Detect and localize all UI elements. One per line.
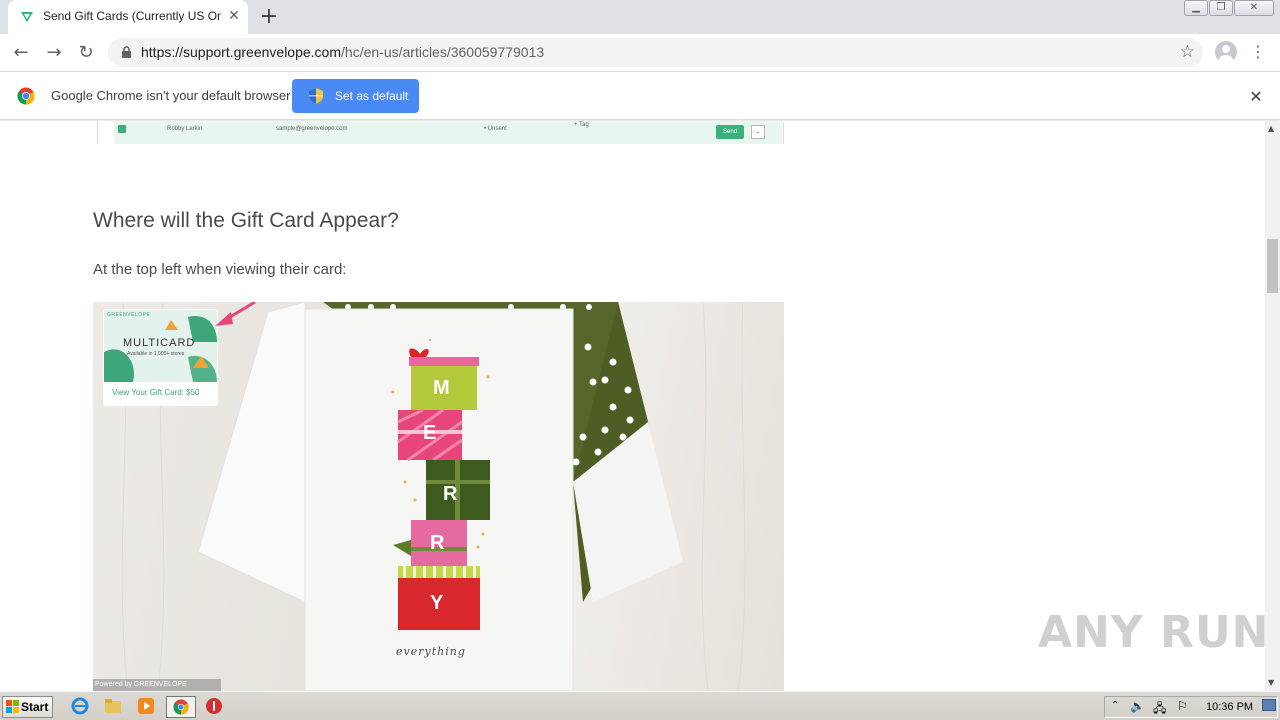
media-player-icon[interactable] [137,697,155,715]
section-heading: Where will the Gift Card Appear? [93,209,399,232]
anyrun-watermark: ANY RUN [1038,607,1270,658]
gift-card-example-image: GREENVELOPE MULTICARD Available in 1,000… [93,302,784,691]
action-center-flag-icon[interactable]: ⚐ [1177,699,1188,713]
url-path: /hc/en-us/articles/360059779013 [341,44,545,60]
stack-letter-r1: R [443,483,458,505]
greenvelope-favicon-icon [21,12,33,22]
bookmark-star-icon[interactable]: ☆ [1180,42,1195,62]
browser-toolbar: ← → ↻ https://support.greenvelope.com/hc… [0,34,1280,71]
forward-button[interactable]: → [43,42,65,64]
article-page: Robby Larkin sample@greenvelope.com • Un… [0,121,1265,691]
chrome-taskbar-icon [173,699,189,715]
default-browser-infobar: Google Chrome isn't your default browser… [0,71,1280,120]
volume-icon[interactable]: 🔈 [1130,699,1145,713]
infobar-close-icon[interactable]: ✕ [1247,87,1265,106]
checkbox-icon [118,125,126,133]
internet-explorer-icon[interactable] [71,697,89,715]
taskbar-chrome-button[interactable] [166,696,196,718]
file-explorer-icon[interactable] [104,697,122,715]
set-as-default-button[interactable]: Set as default [292,79,419,113]
previous-screenshot-image: Robby Larkin sample@greenvelope.com • Un… [97,121,784,144]
recipient-tag: + Tag [574,122,589,128]
antivirus-icon[interactable] [205,697,223,715]
section-paragraph: At the top left when viewing their card: [93,261,347,278]
uac-shield-icon [309,88,323,104]
minimize-button[interactable]: ▁ [1184,0,1208,16]
network-icon[interactable]: 🖧 [1153,699,1166,720]
chevron-down-icon: ⌄ [751,125,765,139]
stack-letter-m: M [433,377,450,399]
send-button-image: Send [716,125,744,139]
taskbar-clock[interactable]: 10:36 PM [1206,701,1253,713]
chrome-logo-icon [17,87,35,105]
scroll-down-icon[interactable]: ▼ [1268,678,1274,687]
set-as-default-label: Set as default [335,89,409,103]
stack-letter-y: Y [430,592,444,614]
tray-expand-icon[interactable]: ⌃ [1111,700,1119,711]
url-host: https://support.greenvelope.com [141,44,342,60]
gift-card-subtitle: Available in 1,000+ stores [127,351,185,357]
start-label: Start [21,700,49,714]
recipient-email: sample@greenvelope.com [276,126,348,132]
show-desktop-icon[interactable] [1262,699,1276,711]
url-text: https://support.greenvelope.com/hc/en-us… [141,44,544,60]
tab-close-icon[interactable]: ✕ [226,8,242,24]
chrome-menu-icon[interactable]: ⋮ [1250,42,1266,62]
windows-logo-icon [6,700,19,713]
recipient-name: Robby Larkin [167,126,203,132]
stack-letter-e: E [423,422,437,444]
infobar-message: Google Chrome isn't your default browser [51,88,291,103]
recipient-status: • Unsent [484,126,507,132]
tab-strip: Send Gift Cards (Currently US Only) ✕ + … [0,0,1280,34]
gift-card-link: View Your Gift Card: $50 [112,388,200,397]
browser-tab[interactable]: Send Gift Cards (Currently US Only) ✕ [8,0,248,34]
back-button[interactable]: ← [10,42,32,64]
lock-icon [122,46,131,58]
new-tab-button[interactable]: + [257,5,281,29]
stack-letter-r2: R [430,532,445,554]
windows-taskbar: Start ⌃ 🔈 🖧 ⚐ 10:36 PM [0,691,1280,720]
start-button[interactable]: Start [2,696,53,718]
scroll-up-icon[interactable]: ▲ [1268,124,1274,133]
powered-by-label: Powered by GREENVELOPE [95,681,187,688]
recipient-row: Robby Larkin sample@greenvelope.com • Un… [114,121,782,144]
gift-card-title: MULTICARD [123,337,196,349]
profile-avatar-icon[interactable] [1215,41,1237,63]
system-tray: ⌃ 🔈 🖧 ⚐ 10:36 PM [1104,696,1278,718]
address-bar[interactable]: https://support.greenvelope.com/hc/en-us… [108,38,1203,67]
page-scrollbar[interactable]: ▲ ▼ [1265,121,1280,691]
tab-title: Send Gift Cards (Currently US Only) [43,9,221,23]
card-brand-small: GREENVELOPE [107,312,151,318]
reload-button[interactable]: ↻ [75,42,97,64]
restore-button[interactable]: ❐ [1209,0,1233,16]
card-script-text: everything [396,645,466,658]
card-illustration [93,302,746,691]
scroll-thumb[interactable] [1267,239,1278,293]
close-window-button[interactable]: ✕ [1234,0,1274,16]
